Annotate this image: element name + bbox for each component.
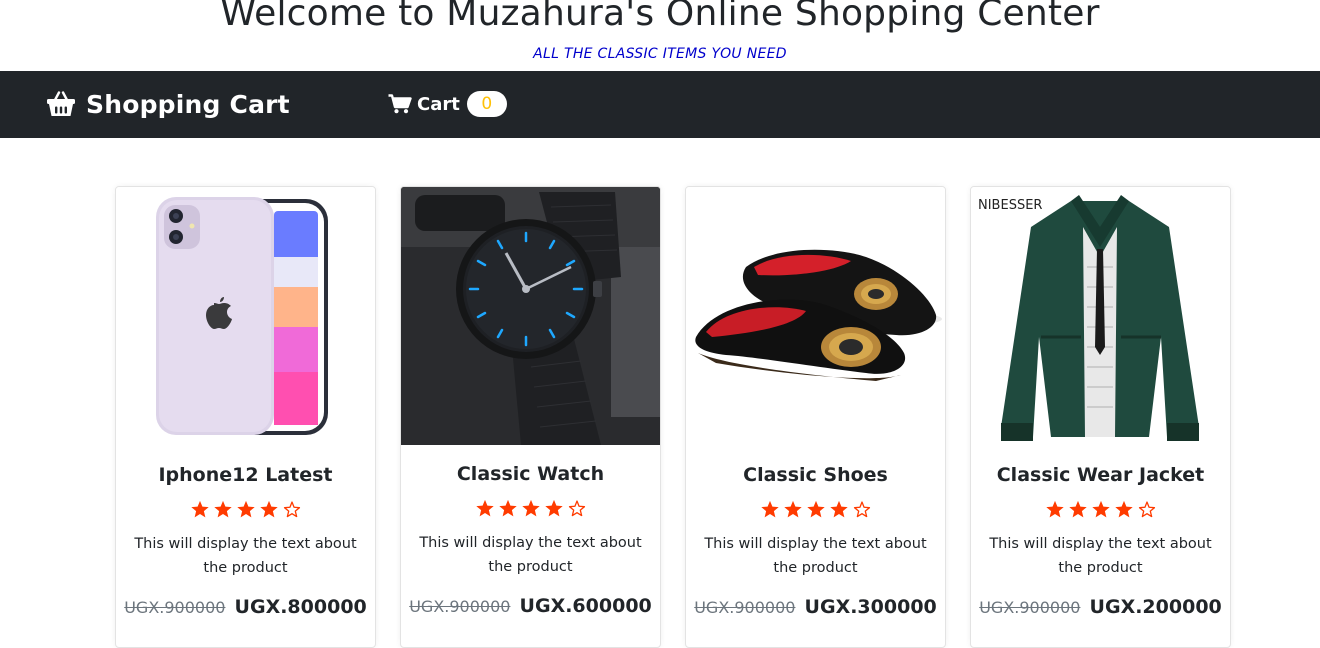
old-price: UGX.900000: [694, 598, 796, 617]
product-image[interactable]: [686, 187, 945, 445]
brand-watermark: NIBESSER: [978, 198, 1043, 213]
price-row: UGX.900000 UGX.600000: [401, 595, 660, 617]
product-card: Classic Shoes This will display the text…: [685, 186, 946, 648]
price-row: UGX.900000 UGX.300000: [686, 596, 945, 618]
current-price: UGX.200000: [1089, 596, 1222, 618]
star-empty-icon: [283, 501, 300, 518]
old-price: UGX.900000: [124, 598, 226, 617]
star-filled-icon: [760, 500, 779, 518]
star-filled-icon: [1091, 500, 1110, 518]
star-filled-icon: [498, 499, 517, 517]
rating-stars: [116, 500, 375, 519]
star-filled-icon: [829, 500, 848, 518]
page-title: Welcome to Muzahura's Online Shopping Ce…: [220, 0, 1100, 34]
star-filled-icon: [259, 500, 278, 518]
current-price: UGX.600000: [519, 595, 652, 617]
star-filled-icon: [806, 500, 825, 518]
price-row: UGX.900000 UGX.200000: [971, 596, 1230, 618]
product-title[interactable]: Classic Shoes: [686, 464, 945, 486]
current-price: UGX.300000: [804, 596, 937, 618]
product-image[interactable]: [401, 187, 660, 445]
star-empty-icon: [568, 500, 585, 517]
star-filled-icon: [521, 499, 540, 517]
product-title[interactable]: Classic Wear Jacket: [971, 464, 1230, 486]
cart-link[interactable]: Cart 0: [388, 88, 507, 120]
page-subtitle: ALL THE CLASSIC ITEMS YOU NEED: [533, 46, 787, 62]
star-filled-icon: [783, 500, 802, 518]
cart-icon: [388, 94, 412, 114]
star-filled-icon: [1068, 500, 1087, 518]
brand-link[interactable]: Shopping Cart: [46, 86, 290, 122]
star-empty-icon: [1138, 501, 1155, 518]
product-card: Iphone12 Latest This will display the te…: [115, 186, 376, 648]
basket-icon: [47, 91, 75, 116]
product-title[interactable]: Iphone12 Latest: [116, 464, 375, 486]
cart-label: Cart: [417, 93, 460, 115]
old-price: UGX.900000: [979, 598, 1081, 617]
star-filled-icon: [1045, 500, 1064, 518]
product-description: This will display the text about the pro…: [419, 535, 642, 575]
star-filled-icon: [544, 499, 563, 517]
navbar: Shopping Cart Cart 0: [0, 71, 1320, 138]
brand-label: Shopping Cart: [86, 89, 290, 119]
product-title[interactable]: Classic Watch: [401, 463, 660, 485]
product-card: Classic Watch This will display the text…: [400, 186, 661, 648]
price-row: UGX.900000 UGX.800000: [116, 596, 375, 618]
old-price: UGX.900000: [409, 597, 511, 616]
rating-stars: [401, 499, 660, 518]
product-image[interactable]: [116, 187, 375, 445]
star-filled-icon: [190, 500, 209, 518]
star-filled-icon: [475, 499, 494, 517]
current-price: UGX.800000: [234, 596, 367, 618]
star-filled-icon: [1114, 500, 1133, 518]
star-filled-icon: [236, 500, 255, 518]
star-filled-icon: [213, 500, 232, 518]
cart-count-badge: 0: [466, 91, 507, 117]
product-description: This will display the text about the pro…: [989, 536, 1212, 576]
rating-stars: [971, 500, 1230, 519]
rating-stars: [686, 500, 945, 519]
product-description: This will display the text about the pro…: [134, 536, 357, 576]
product-card: NIBESSER Classic Wear Jacket This will d…: [970, 186, 1231, 648]
product-description: This will display the text about the pro…: [704, 536, 927, 576]
product-image[interactable]: NIBESSER: [971, 187, 1230, 445]
star-empty-icon: [853, 501, 870, 518]
